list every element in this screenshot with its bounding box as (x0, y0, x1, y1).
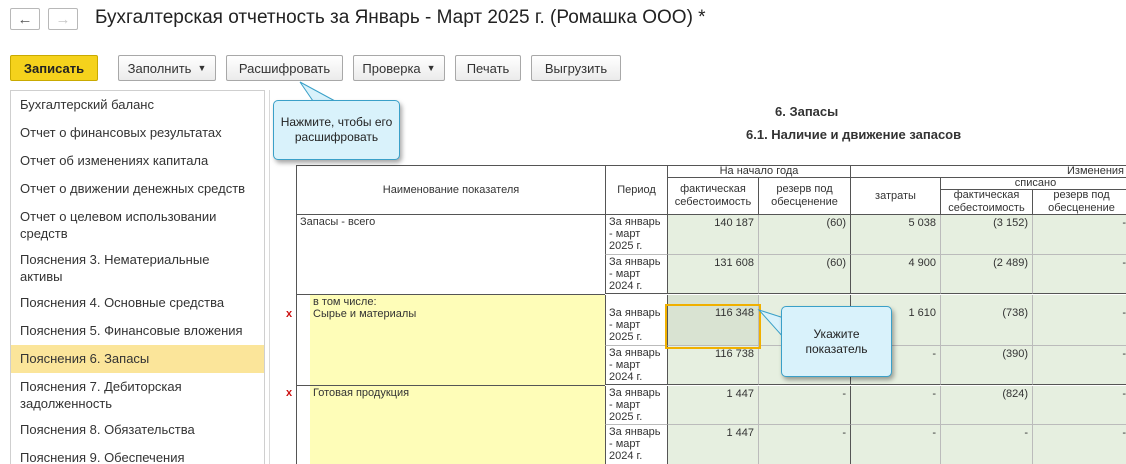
export-button[interactable]: Выгрузить (531, 55, 621, 81)
indicator-hint-text: Укажите показатель (805, 326, 868, 356)
value-cell[interactable]: - (758, 386, 850, 425)
value-cell[interactable]: - (1032, 425, 1126, 464)
indicator-hint-callout: Укажите показатель (781, 306, 892, 377)
sidebar-item[interactable]: Бухгалтерский баланс (11, 96, 264, 118)
value-cell[interactable]: 1 447 (667, 425, 758, 464)
header-start-of-year: На начало года (667, 165, 850, 178)
row-name-total: Запасы - всего (296, 215, 605, 294)
error-mark-icon: x (286, 387, 293, 399)
sidebar-item[interactable]: Пояснения 5. Финансовые вложения (11, 322, 264, 344)
value-cell[interactable]: - (940, 425, 1032, 464)
arrow-left-icon: ← (17, 10, 33, 28)
report-sections-list: Бухгалтерский баланс Отчет о финансовых … (10, 90, 265, 464)
dropdown-arrow-icon: ▼ (197, 63, 207, 73)
sidebar-item[interactable]: Отчет об изменениях капитала (11, 152, 264, 174)
sidebar-item[interactable]: Пояснения 4. Основные средства (11, 294, 264, 316)
sidebar-item[interactable]: Отчет о финансовых результатах (11, 124, 264, 146)
report-subheading: 6.1. Наличие и движение запасов (746, 127, 962, 142)
header-impairment-reserve: резерв под обесценение (758, 178, 850, 215)
value-cell[interactable]: (2 489) (940, 255, 1032, 294)
callout-pointer (299, 81, 336, 102)
header-costs: затраты (850, 178, 940, 215)
sidebar-item[interactable]: Отчет о целевом использовании средств (11, 208, 264, 244)
fill-label: Заполнить (127, 60, 192, 76)
value-cell[interactable]: 140 187 (667, 215, 758, 255)
panel-divider[interactable] (269, 90, 270, 464)
header-indicator: Наименование показателя (296, 165, 605, 215)
value-cell[interactable]: - (1032, 295, 1126, 346)
window-title: Бухгалтерская отчетность за Январь - Мар… (95, 7, 706, 28)
check-label: Проверка (362, 60, 421, 76)
sidebar-item[interactable]: Пояснения 8. Обязательства (11, 421, 264, 443)
value-cell[interactable]: (3 152) (940, 215, 1032, 255)
error-mark-icon: x (286, 308, 293, 320)
value-cell[interactable]: 1 447 (667, 386, 758, 425)
row-gutter (296, 386, 310, 464)
decode-hint-callout: Нажмите, чтобы его расшифровать (273, 100, 400, 160)
row-name-finished-goods[interactable]: Готовая продукция (310, 386, 605, 464)
back-button[interactable]: ← (10, 8, 40, 30)
row-period: За январь - март 2024 г. (605, 425, 667, 464)
row-gutter (296, 295, 310, 385)
selected-cell-highlight (665, 304, 761, 349)
value-cell[interactable]: - (1032, 386, 1126, 425)
value-cell[interactable]: (390) (940, 346, 1032, 385)
row-period: За январь - март 2025 г. (605, 386, 667, 425)
arrow-right-icon: → (55, 10, 71, 28)
row-period: За январь - март 2024 г. (605, 346, 667, 385)
row-period: За январь - март 2024 г. (605, 255, 667, 294)
value-cell[interactable]: - (1032, 255, 1126, 294)
value-cell[interactable]: 131 608 (667, 255, 758, 294)
value-cell[interactable]: 116 738 (667, 346, 758, 385)
fill-button[interactable]: Заполнить ▼ (118, 55, 216, 81)
header-period: Период (605, 165, 667, 215)
value-cell[interactable]: 5 038 (850, 215, 940, 255)
print-button[interactable]: Печать (455, 55, 521, 81)
header-written-off: списано (940, 178, 1126, 190)
value-cell[interactable]: (60) (758, 255, 850, 294)
value-cell[interactable]: - (758, 425, 850, 464)
check-button[interactable]: Проверка ▼ (353, 55, 445, 81)
sidebar-item-active[interactable]: Пояснения 6. Запасы (11, 345, 264, 373)
dropdown-arrow-icon: ▼ (426, 63, 436, 73)
sidebar-item[interactable]: Пояснения 3. Нематериальные активы (11, 251, 264, 287)
row-period: За январь - март 2025 г. (605, 215, 667, 255)
header-wo-reserve: резерв под обесценение (1032, 190, 1126, 215)
row-period: За январь - март 2025 г. (605, 295, 667, 346)
value-cell[interactable]: - (850, 386, 940, 425)
value-cell[interactable]: - (1032, 346, 1126, 385)
report-heading: 6. Запасы (775, 104, 839, 119)
decode-button[interactable]: Расшифровать (226, 55, 343, 81)
header-changes: Изменения (850, 165, 1126, 178)
row-name-raw-materials[interactable]: в том числе: Сырье и материалы (310, 295, 605, 385)
value-cell[interactable]: - (850, 425, 940, 464)
sidebar-item[interactable]: Отчет о движении денежных средств (11, 180, 264, 202)
value-cell[interactable]: - (1032, 215, 1126, 255)
header-actual-cost: фактическая себестоимость (667, 178, 758, 215)
value-cell[interactable]: 4 900 (850, 255, 940, 294)
forward-button[interactable]: → (48, 8, 78, 30)
save-button[interactable]: Записать (10, 55, 98, 81)
value-cell[interactable]: (738) (940, 295, 1032, 346)
header-wo-actual-cost: фактическая себестоимость (940, 190, 1032, 215)
decode-hint-text: Нажмите, чтобы его расшифровать (280, 115, 393, 144)
sidebar-item[interactable]: Пояснения 7. Дебиторская задолженность (11, 378, 264, 414)
value-cell[interactable]: (60) (758, 215, 850, 255)
sidebar-item[interactable]: Пояснения 9. Обеспечения (11, 449, 264, 464)
value-cell[interactable]: (824) (940, 386, 1032, 425)
